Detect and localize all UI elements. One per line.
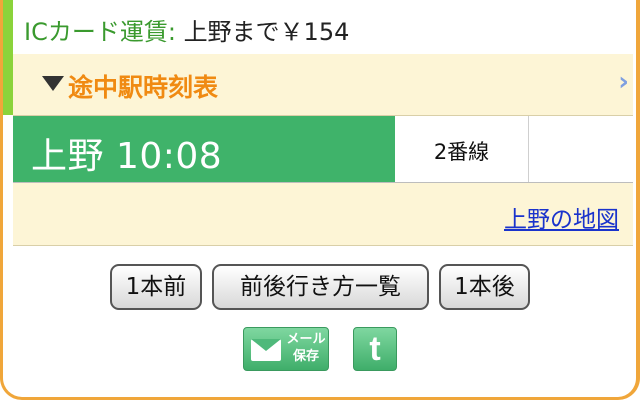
- fare-info: ICカード運賃: 上野まで￥154: [24, 12, 349, 47]
- timetable-label: 途中駅時刻表: [68, 73, 219, 102]
- map-row: 上野の地図: [13, 183, 633, 246]
- triangle-down-icon: [42, 76, 64, 91]
- fare-value: 上野まで￥154: [183, 18, 350, 46]
- departure-station-time: 上野 10:08: [31, 136, 223, 177]
- mail-label-line1: メール: [286, 332, 326, 347]
- next-train-button[interactable]: 1本後: [439, 264, 530, 310]
- mail-envelope-icon: [251, 339, 281, 361]
- route-list-button[interactable]: 前後行き方一覧: [212, 264, 429, 310]
- intermediate-timetable-toggle[interactable]: 途中駅時刻表 ›: [13, 54, 633, 116]
- route-result-page: ICカード運賃: 上野まで￥154 途中駅時刻表 › 上野 10:08 2番線 …: [0, 0, 640, 400]
- chevron-right-icon: ›: [618, 67, 629, 97]
- previous-train-button[interactable]: 1本前: [110, 264, 202, 310]
- twitter-share-button[interactable]: t: [353, 327, 397, 371]
- departure-row: 上野 10:08 2番線: [13, 116, 633, 183]
- fare-label: ICカード運賃:: [24, 18, 176, 46]
- platform-cell: 2番線: [395, 116, 529, 182]
- fare-row: ICカード運賃: 上野まで￥154: [3, 0, 633, 55]
- station-map-link[interactable]: 上野の地図: [504, 200, 619, 234]
- twitter-icon: t: [369, 330, 381, 368]
- mail-label-line2: 保存: [292, 349, 319, 364]
- mail-save-button[interactable]: メール 保存: [243, 327, 329, 371]
- mail-save-label: メール 保存: [286, 331, 326, 365]
- departure-cell: 上野 10:08: [13, 116, 395, 182]
- platform-number: 2番線: [433, 140, 490, 164]
- route-segment-bar: [3, 0, 13, 115]
